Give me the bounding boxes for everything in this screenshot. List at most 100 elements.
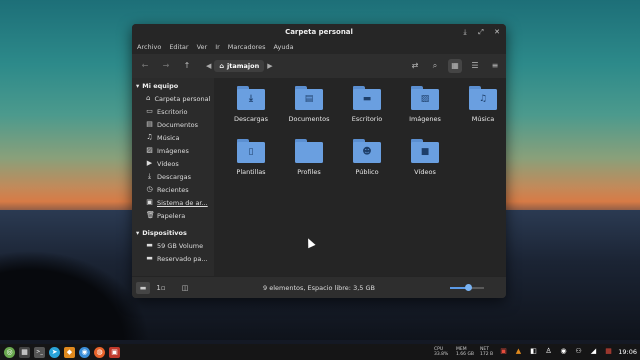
net-applet[interactable]: NET 172 B bbox=[480, 347, 493, 357]
sidebar-item-label: Reservado pa... bbox=[157, 254, 208, 263]
folder-videos[interactable]: ■ Vídeos bbox=[396, 139, 454, 176]
tray-update-icon[interactable]: ◉ bbox=[558, 346, 569, 357]
user-icon: ☻ bbox=[362, 147, 372, 157]
file-grid: ⤓ Descargas ▤ Documentos ▬ Escritorio ▨ Imág… bbox=[222, 86, 506, 176]
menu-ir[interactable]: Ir bbox=[215, 43, 220, 51]
sidebar-item-label: Documentos bbox=[157, 120, 199, 129]
folder-label: Público bbox=[355, 168, 379, 176]
up-icon[interactable]: ↑ bbox=[180, 59, 194, 73]
sidebar-item-reservado[interactable]: ▬ Reservado pa... bbox=[132, 252, 210, 265]
cpu-value: 33.8% bbox=[434, 352, 449, 357]
download-icon: ⤓ bbox=[147, 172, 152, 180]
minimize-icon[interactable]: ⤓ bbox=[460, 27, 470, 37]
drive-icon: ▬ bbox=[146, 254, 153, 262]
sidebar-item-imagenes[interactable]: ▨ Imágenes bbox=[132, 144, 210, 157]
system-tray: ▣ ▲ ◧ ♙ ◉ ⚇ ◢ ▦ bbox=[498, 346, 614, 357]
folder-publico[interactable]: ☻ Público bbox=[338, 139, 396, 176]
cpu-applet[interactable]: CPU 33.8% bbox=[434, 347, 448, 357]
vlc-tray-icon[interactable]: ▲ bbox=[513, 346, 524, 357]
menu-icon[interactable]: ◎ bbox=[4, 346, 15, 358]
maximize-icon[interactable]: ⤢ bbox=[476, 27, 486, 37]
video-icon: ▶ bbox=[146, 159, 153, 167]
template-icon: ▯ bbox=[248, 147, 254, 157]
list-view-icon[interactable]: ☰ bbox=[468, 59, 482, 73]
sidebar-item-papelera[interactable]: 🗑 Papelera bbox=[132, 209, 210, 222]
search-icon[interactable]: ⌕ bbox=[428, 59, 442, 73]
titlebar[interactable]: Carpeta personal ⤓ ⤢ ✕ bbox=[132, 24, 506, 40]
video-icon: ■ bbox=[420, 147, 430, 157]
folder-imagenes[interactable]: ▨ Imágenes bbox=[396, 86, 454, 123]
path-left-icon[interactable]: ◀ bbox=[203, 62, 214, 70]
toggle-location-icon[interactable]: ⇄ bbox=[408, 59, 422, 73]
menu-archivo[interactable]: Archivo bbox=[137, 43, 161, 51]
forward-icon[interactable]: → bbox=[159, 59, 173, 73]
menu-ayuda[interactable]: Ayuda bbox=[273, 43, 293, 51]
compact-view-icon[interactable]: ≡ bbox=[488, 59, 502, 73]
statusbar: ▬ 1▫ ◫ 9 elementos, Espacio libre: 3,5 G… bbox=[132, 276, 506, 298]
sidebar-item-recientes[interactable]: ◷ Recientes bbox=[132, 183, 210, 196]
folder-descargas[interactable]: ⤓ Descargas bbox=[222, 86, 280, 123]
sidebar-item-documentos[interactable]: ▤ Documentos bbox=[132, 118, 210, 131]
folder-label: Escritorio bbox=[351, 115, 383, 123]
sidebar-item-label: Descargas bbox=[157, 172, 192, 181]
document-icon: ▤ bbox=[146, 120, 153, 128]
image-icon: ▨ bbox=[146, 146, 153, 154]
tray-app-icon[interactable]: ▣ bbox=[498, 346, 509, 357]
mem-applet[interactable]: MEM 1.66 GB bbox=[456, 347, 474, 357]
telegram-icon[interactable]: ➤ bbox=[49, 346, 60, 358]
folder-icon: ♫ bbox=[469, 86, 497, 110]
chrome-icon[interactable]: ◉ bbox=[79, 346, 90, 358]
back-icon[interactable]: ← bbox=[138, 59, 152, 73]
icon-view-icon[interactable]: ▦ bbox=[448, 59, 462, 73]
volume-icon[interactable]: ◢ bbox=[588, 346, 599, 357]
folder-documentos[interactable]: ▤ Documentos bbox=[280, 86, 338, 123]
sidebar-item-videos[interactable]: ▶ Vídeos bbox=[132, 157, 210, 170]
network-icon[interactable]: ⚇ bbox=[573, 346, 584, 357]
app-icon[interactable]: ▣ bbox=[109, 346, 120, 358]
folder-icon: ▨ bbox=[411, 86, 439, 110]
menubar: Archivo Editar Ver Ir Marcadores Ayuda bbox=[132, 40, 506, 54]
folder-label: Documentos bbox=[288, 115, 330, 123]
file-view[interactable]: ⤓ Descargas ▤ Documentos ▬ Escritorio ▨ Imág… bbox=[214, 78, 506, 276]
folder-plantillas[interactable]: ▯ Plantillas bbox=[222, 139, 280, 176]
show-desktop-icon[interactable]: ▦ bbox=[19, 346, 30, 358]
sidebar-item-descargas[interactable]: ⤓ Descargas bbox=[132, 170, 210, 183]
download-icon: ⤓ bbox=[249, 94, 253, 104]
firefox-icon[interactable]: ◍ bbox=[94, 346, 105, 358]
sidebar-item-carpeta-personal[interactable]: ⌂ Carpeta personal bbox=[132, 92, 210, 105]
menu-ver[interactable]: Ver bbox=[197, 43, 208, 51]
terminal-icon[interactable]: >_ bbox=[34, 346, 45, 358]
tray-window-icon[interactable]: ◧ bbox=[528, 346, 539, 357]
path-right-icon[interactable]: ▶ bbox=[264, 62, 275, 70]
taskbar: ◎ ▦ >_ ➤ ◆ ◉ ◍ ▣ CPU 33.8% MEM 1.66 GB N… bbox=[0, 344, 640, 360]
window-title: Carpeta personal bbox=[285, 28, 353, 36]
document-icon: ▤ bbox=[304, 94, 314, 104]
zoom-slider[interactable] bbox=[450, 284, 484, 291]
sidebar-section-dispositivos[interactable]: ▾ Dispositivos bbox=[132, 225, 210, 239]
music-icon: ♫ bbox=[478, 94, 488, 104]
folder-label: Imágenes bbox=[409, 115, 441, 123]
toolbar: ← → ↑ ◀ ⌂ jtamajon ▶ ⇄ ⌕ ▦ ☰ ≡ bbox=[132, 54, 506, 78]
sidebar-item-volume[interactable]: ▬ 59 GB Volume bbox=[132, 239, 210, 252]
vlc-icon[interactable]: ◆ bbox=[64, 346, 75, 358]
sidebar-item-sistema[interactable]: ▣ Sistema de ar... bbox=[132, 196, 210, 209]
music-icon: ♫ bbox=[146, 133, 153, 141]
folder-label: Plantillas bbox=[236, 168, 266, 176]
sidebar-item-musica[interactable]: ♫ Música bbox=[132, 131, 210, 144]
sidebar: ▾ Mi equipo ⌂ Carpeta personal ▭ Escritori… bbox=[132, 78, 210, 276]
sidebar-section-equipo[interactable]: ▾ Mi equipo bbox=[132, 78, 210, 92]
folder-musica[interactable]: ♫ Música bbox=[454, 86, 506, 123]
folder-icon: ■ bbox=[411, 139, 439, 163]
chevron-down-icon: ▾ bbox=[136, 229, 140, 237]
clock[interactable]: 19:06 bbox=[618, 348, 637, 356]
sidebar-item-escritorio[interactable]: ▭ Escritorio bbox=[132, 105, 210, 118]
sidebar-item-label: Papelera bbox=[157, 211, 186, 220]
menu-marcadores[interactable]: Marcadores bbox=[228, 43, 266, 51]
close-icon[interactable]: ✕ bbox=[492, 27, 502, 37]
folder-escritorio[interactable]: ▬ Escritorio bbox=[338, 86, 396, 123]
tray-notify-icon[interactable]: ▦ bbox=[603, 346, 614, 357]
breadcrumb-home[interactable]: ⌂ jtamajon bbox=[214, 60, 265, 72]
folder-profiles[interactable]: Profiles bbox=[280, 139, 338, 176]
menu-editar[interactable]: Editar bbox=[169, 43, 188, 51]
tray-user-icon[interactable]: ♙ bbox=[543, 346, 554, 357]
